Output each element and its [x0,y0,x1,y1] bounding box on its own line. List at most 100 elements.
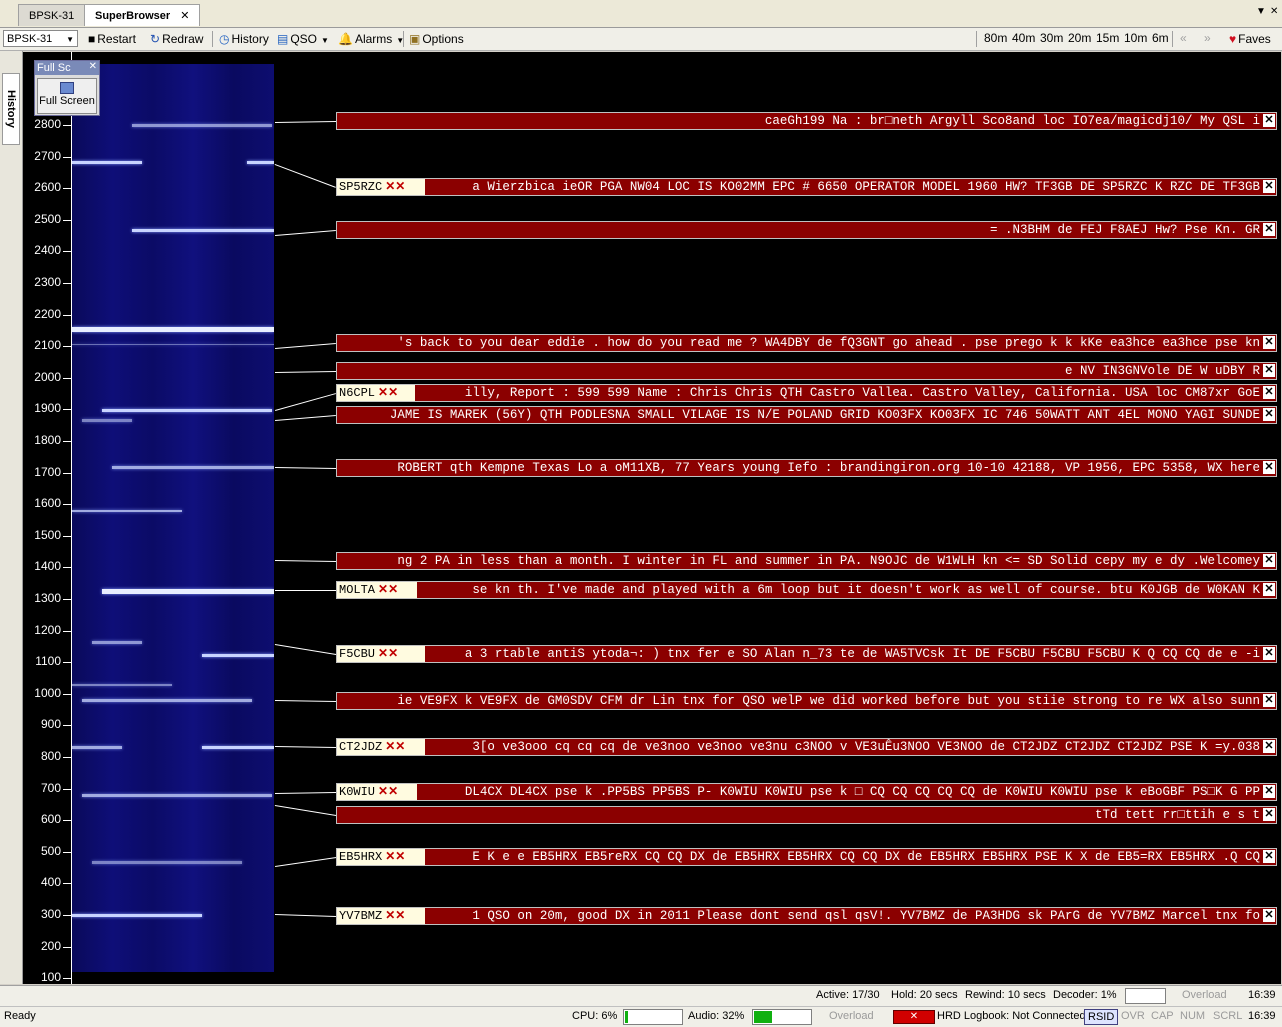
decoded-message-row[interactable]: F5CBU ✕✕ a 3 rtable antiS ytoda¬: ) tnx fe… [336,645,1277,663]
signal-leader-line [275,857,337,867]
chevron-down-icon[interactable]: ▼ [1256,6,1266,17]
waterfall-spectrum[interactable] [72,64,274,972]
faves-button[interactable]: ♥ Faves [1229,31,1271,47]
num-indicator: NUM [1180,1010,1206,1022]
decoded-message-row[interactable]: 's back to you dear eddie . how do you r… [336,334,1277,352]
callsign-tag[interactable]: K0WIU ✕✕ [337,784,417,800]
band-15m-button[interactable]: 15m [1096,31,1119,45]
decoded-message-row[interactable]: e NV IN3GNVole DE W uDBY R ✕ [336,362,1277,380]
tab-superbrowser[interactable]: SuperBrowser ✕ [84,4,201,26]
close-icon[interactable]: ✕ [1263,850,1275,863]
close-icon[interactable]: ✕ [1263,114,1275,127]
tick-label: 2000 [34,370,61,384]
redraw-button[interactable]: ↻ Redraw [150,31,203,47]
remove-callsign-icon[interactable]: ✕✕ [385,740,405,754]
decoded-message-row[interactable]: MOLTA ✕✕ se kn th. I've made and played wi… [336,581,1277,599]
history-side-tab[interactable]: History [2,73,20,145]
close-icon[interactable]: ✕ [1263,808,1275,821]
decoded-message-row[interactable]: ng 2 PA in less than a month. I winter i… [336,552,1277,570]
remove-callsign-icon[interactable]: ✕✕ [378,647,398,661]
callsign-tag[interactable]: CT2JDZ ✕✕ [337,739,425,755]
decoded-message-row[interactable]: JAME IS MAREK (56Y) QTH PODLESNA SMALL V… [336,406,1277,424]
close-icon[interactable]: ✕ [1263,554,1275,567]
close-icon[interactable]: ✕ [1263,461,1275,474]
signal-leader-line [274,644,336,655]
band-80m-button[interactable]: 80m [984,31,1007,45]
decoded-message-row[interactable]: = .N3BHM de FEJ F8AEJ Hw? Pse Kn. GR ✕ [336,221,1277,239]
close-icon[interactable]: ✕ [1270,6,1278,17]
qso-button[interactable]: ▤ QSO ▼ [277,31,329,47]
back-icon[interactable]: « [1180,31,1187,45]
options-button[interactable]: ▣ Options [409,31,464,47]
decoded-message-row[interactable]: YV7BMZ ✕✕ 1 QSO on 20m, good DX in 2011 Pl… [336,907,1277,925]
band-10m-button[interactable]: 10m [1124,31,1147,45]
close-icon[interactable]: ✕ [1263,180,1275,193]
close-icon[interactable]: ✕ [1263,408,1275,421]
decoded-message-row[interactable]: tTd tett rr□ttih e s t ✕ [336,806,1277,824]
band-20m-button[interactable]: 20m [1068,31,1091,45]
decoded-message-row[interactable]: CT2JDZ ✕✕ 3[o ve3ooo cq cq cq de ve3noo ve… [336,738,1277,756]
close-icon[interactable]: ✕ [1263,364,1275,377]
alarms-button[interactable]: 🔔 Alarms ▼ [338,31,404,47]
close-icon[interactable]: ✕ [1263,909,1275,922]
rewind-time: Rewind: 10 secs [965,989,1046,1001]
decoded-text: 's back to you dear eddie . how do you r… [397,336,1260,350]
remove-callsign-icon[interactable]: ✕✕ [378,583,398,597]
tick-label: 2200 [34,307,61,321]
rsid-indicator[interactable]: RSID [1084,1009,1119,1025]
remove-callsign-icon[interactable]: ✕✕ [385,850,405,864]
tick-label: 1800 [34,433,61,447]
remove-callsign-icon[interactable]: ✕✕ [385,180,405,194]
band-30m-button[interactable]: 30m [1040,31,1063,45]
history-sidebar: History [0,51,23,984]
faves-label: Faves [1238,32,1271,46]
callsign-tag[interactable]: MOLTA ✕✕ [337,582,417,598]
close-icon[interactable]: ✕ [1263,785,1275,798]
tick-mark [63,883,71,884]
decoded-message-row[interactable]: K0WIU ✕✕ DL4CX DL4CX pse k .PP5BS PP5BS P-… [336,783,1277,801]
stop-icon: ■ [88,32,96,46]
tick-mark [63,220,71,221]
callsign-text: K0WIU [339,785,376,799]
history-button[interactable]: ◷ History [219,31,269,47]
tab-bpsk31[interactable]: BPSK-31 [18,4,86,26]
decoded-message-row[interactable]: ROBERT qth Kempne Texas Lo a oM11XB, 77 … [336,459,1277,477]
remove-callsign-icon[interactable]: ✕✕ [378,785,398,799]
decoded-message-row[interactable]: N6CPL ✕✕ illy, Report : 599 599 Name : Chr… [336,384,1277,402]
callsign-text: SP5RZC [339,180,383,194]
decoded-message-row[interactable]: SP5RZC ✕✕ a Wierzbica ieOR PGA NW04 LOC IS… [336,178,1277,196]
close-icon[interactable]: ✕ [1263,740,1275,753]
fullscreen-button[interactable]: Full Screen [37,78,97,114]
tick-label: 900 [40,717,61,731]
callsign-tag[interactable]: N6CPL ✕✕ [337,385,415,401]
decoded-message-row[interactable]: EB5HRX ✕✕ E K e e EB5HRX EB5reRX CQ CQ DX … [336,848,1277,866]
close-icon[interactable]: ✕ [1263,647,1275,660]
close-icon[interactable]: ✕ [1263,223,1275,236]
callsign-tag[interactable]: SP5RZC ✕✕ [337,179,425,195]
close-icon[interactable]: ✕ [89,61,97,72]
signal-leader-line [275,230,337,236]
decoded-text: tTd tett rr□ttih e s t [1094,808,1260,822]
band-40m-button[interactable]: 40m [1012,31,1035,45]
callsign-tag[interactable]: YV7BMZ ✕✕ [337,908,425,924]
band-6m-button[interactable]: 6m [1152,31,1169,45]
decoded-message-row[interactable]: ie VE9FX k VE9FX de GM0SDV CFM dr Lin tn… [336,692,1277,710]
mode-select[interactable]: BPSK-31 ▼ [3,30,78,47]
fullscreen-panel: Full Sc ✕ Full Screen [34,60,100,116]
decoded-message-row[interactable]: caeGh199 Na : br□neth Argyll Sco8and loc… [336,112,1277,130]
cpu-meter-fill [625,1011,628,1023]
close-icon[interactable]: ✕ [1263,386,1275,399]
close-icon[interactable]: ✕ [1263,583,1275,596]
restart-button[interactable]: ■ Restart [88,31,136,47]
remove-callsign-icon[interactable]: ✕✕ [385,909,405,923]
history-label: History [231,32,269,46]
forward-icon[interactable]: » [1204,31,1211,45]
callsign-tag[interactable]: F5CBU ✕✕ [337,646,425,662]
remove-callsign-icon[interactable]: ✕✕ [378,386,398,400]
close-icon[interactable]: ✕ [180,10,189,22]
callsign-tag[interactable]: EB5HRX ✕✕ [337,849,425,865]
close-icon[interactable]: ✕ [1263,336,1275,349]
signal-trace [102,589,274,594]
divider [403,31,404,47]
close-icon[interactable]: ✕ [1263,694,1275,707]
